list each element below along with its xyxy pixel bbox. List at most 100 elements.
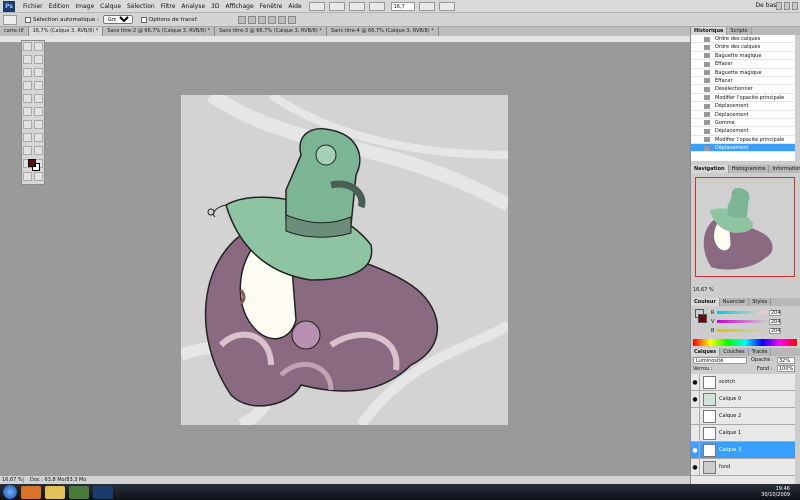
align-bottom-icon[interactable] bbox=[257, 15, 266, 24]
minimize-icon[interactable] bbox=[776, 2, 782, 10]
path-select-tool-icon[interactable] bbox=[23, 146, 32, 155]
firefox-taskbar-icon[interactable] bbox=[21, 485, 41, 499]
start-button[interactable] bbox=[3, 485, 17, 499]
explorer-taskbar-icon[interactable] bbox=[45, 485, 65, 499]
eraser-tool-icon[interactable] bbox=[23, 107, 32, 116]
text-tool-icon[interactable] bbox=[34, 133, 43, 142]
eyedropper-tool-icon[interactable] bbox=[34, 68, 43, 77]
tab-doc-1[interactable]: 16,7% (Calque 3, RVB/8) * bbox=[28, 27, 104, 36]
history-item[interactable]: Ordre des calques bbox=[691, 35, 795, 44]
tab-histogramme[interactable]: Histogramme bbox=[729, 165, 770, 173]
hand-tool-button[interactable] bbox=[348, 1, 365, 11]
tab-doc-0[interactable]: carte.tif bbox=[0, 27, 29, 36]
gradient-tool-icon[interactable] bbox=[34, 107, 43, 116]
tab-styles[interactable]: Styles bbox=[749, 298, 772, 306]
maximize-icon[interactable] bbox=[784, 2, 790, 10]
tab-historique[interactable]: Historique bbox=[691, 27, 728, 35]
tab-scripts[interactable]: Scripts bbox=[727, 27, 752, 35]
visibility-eye-icon[interactable] bbox=[691, 424, 700, 442]
align-left-icon[interactable] bbox=[267, 15, 276, 24]
bridge-button[interactable] bbox=[308, 1, 325, 11]
menu-affichage[interactable]: Affichage bbox=[222, 3, 256, 10]
menu-edition[interactable]: Edition bbox=[46, 3, 73, 10]
history-item[interactable]: Modifier l'opacité principale bbox=[691, 136, 795, 145]
history-item[interactable]: Déplacement bbox=[691, 102, 795, 111]
zoom-level-field[interactable]: 16,7 bbox=[390, 1, 415, 11]
visibility-eye-icon[interactable] bbox=[691, 407, 700, 425]
navigator-zoom[interactable]: 16,67 % bbox=[693, 287, 714, 293]
history-item[interactable]: Désélectionner bbox=[691, 85, 795, 94]
tab-nuancier[interactable]: Nuancier bbox=[720, 298, 750, 306]
move-tool-preset-icon[interactable] bbox=[3, 14, 17, 25]
layer-row[interactable]: ● fond bbox=[691, 458, 795, 476]
color-value-b[interactable]: 204 bbox=[769, 327, 781, 334]
menu-analyse[interactable]: Analyse bbox=[178, 3, 208, 10]
layer-list[interactable]: ● scotch ● Calque 0 Calque 2 Calque 1 ● Cal… bbox=[691, 373, 795, 484]
zoom-tool-icon[interactable] bbox=[34, 172, 43, 181]
hand-tool-icon[interactable] bbox=[23, 172, 32, 181]
blur-tool-icon[interactable] bbox=[23, 120, 32, 129]
close-icon[interactable] bbox=[792, 2, 798, 10]
menu-image[interactable]: Image bbox=[72, 3, 97, 10]
menu-fichier[interactable]: Fichier bbox=[20, 3, 46, 10]
auto-select-checkbox[interactable] bbox=[25, 16, 31, 23]
color-value-r[interactable]: 204 bbox=[769, 309, 781, 316]
menu-aide[interactable]: Aide bbox=[285, 3, 304, 10]
layer-row[interactable]: ● Calque 0 bbox=[691, 390, 795, 408]
navigator-preview[interactable] bbox=[695, 177, 795, 277]
fill-field[interactable]: 100% bbox=[777, 365, 795, 372]
color-bg-swatch[interactable] bbox=[698, 314, 707, 323]
transform-controls-checkbox[interactable] bbox=[140, 16, 147, 23]
history-item[interactable]: Déplacement bbox=[691, 127, 795, 136]
canvas-workspace[interactable] bbox=[0, 43, 690, 475]
pen-tool-icon[interactable] bbox=[23, 133, 32, 142]
layer-row[interactable]: Calque 1 bbox=[691, 424, 795, 442]
tab-couleur[interactable]: Couleur bbox=[691, 298, 720, 306]
color-slider-r[interactable] bbox=[717, 311, 767, 314]
history-item[interactable]: Baguette magique bbox=[691, 69, 795, 77]
tab-doc-2[interactable]: Sans titre-2 @ 66,7% (Calque 3, RVB/8) * bbox=[103, 27, 216, 36]
history-item[interactable]: Gomme bbox=[691, 119, 795, 128]
align-top-icon[interactable] bbox=[237, 15, 246, 24]
menu-fenetre[interactable]: Fenêtre bbox=[257, 3, 286, 10]
color-spectrum-bar[interactable] bbox=[693, 339, 797, 346]
visibility-eye-icon[interactable]: ● bbox=[691, 441, 700, 459]
system-tray-clock[interactable]: 19:46 30/10/2009 bbox=[761, 486, 790, 498]
history-item[interactable]: Ordre des calques bbox=[691, 43, 795, 52]
color-slider-v[interactable] bbox=[717, 320, 767, 323]
photoshop-taskbar-icon[interactable] bbox=[93, 485, 113, 499]
color-slider-b[interactable] bbox=[717, 329, 767, 332]
color-value-v[interactable]: 204 bbox=[769, 318, 781, 325]
history-item-selected[interactable]: Déplacement bbox=[691, 144, 795, 153]
lasso-tool-icon[interactable] bbox=[23, 55, 32, 64]
tab-couches[interactable]: Couches bbox=[720, 348, 749, 356]
healing-tool-icon[interactable] bbox=[23, 81, 32, 90]
tab-calques[interactable]: Calques bbox=[691, 348, 721, 356]
align-hcenter-icon[interactable] bbox=[277, 15, 286, 24]
stamp-tool-icon[interactable] bbox=[23, 94, 32, 103]
tab-doc-3[interactable]: Sans titre-3 @ 66,7% (Calque 3, RVB/8) * bbox=[215, 27, 327, 36]
history-brush-icon[interactable] bbox=[34, 94, 43, 103]
history-item[interactable]: Effacer bbox=[691, 77, 795, 86]
zoom-tool-button[interactable] bbox=[368, 1, 385, 11]
opacity-field[interactable]: 32% bbox=[777, 357, 795, 364]
layer-row[interactable]: Calque 2 bbox=[691, 407, 795, 425]
align-right-icon[interactable] bbox=[287, 15, 296, 24]
shape-tool-icon[interactable] bbox=[34, 146, 43, 155]
visibility-eye-icon[interactable]: ● bbox=[691, 373, 700, 391]
menu-calque[interactable]: Calque bbox=[97, 3, 124, 10]
brush-tool-icon[interactable] bbox=[34, 81, 43, 90]
minibridge-button[interactable] bbox=[328, 1, 345, 11]
auto-select-dropdown[interactable]: Groupe bbox=[102, 15, 133, 24]
menu-filtre[interactable]: Filtre bbox=[158, 3, 179, 10]
tab-doc-4[interactable]: Sans titre-4 @ 66,7% (Calque 3, RVB/8) * bbox=[327, 27, 439, 36]
crop-tool-icon[interactable] bbox=[23, 68, 32, 77]
menu-3d[interactable]: 3D bbox=[208, 3, 222, 10]
layer-row[interactable]: ● scotch bbox=[691, 373, 795, 391]
screen-mode-button[interactable] bbox=[438, 1, 455, 11]
magic-wand-tool-icon[interactable] bbox=[34, 55, 43, 64]
dodge-tool-icon[interactable] bbox=[34, 120, 43, 129]
marquee-tool-icon[interactable] bbox=[34, 42, 43, 51]
visibility-eye-icon[interactable]: ● bbox=[691, 458, 700, 476]
move-tool-icon[interactable] bbox=[23, 42, 32, 51]
